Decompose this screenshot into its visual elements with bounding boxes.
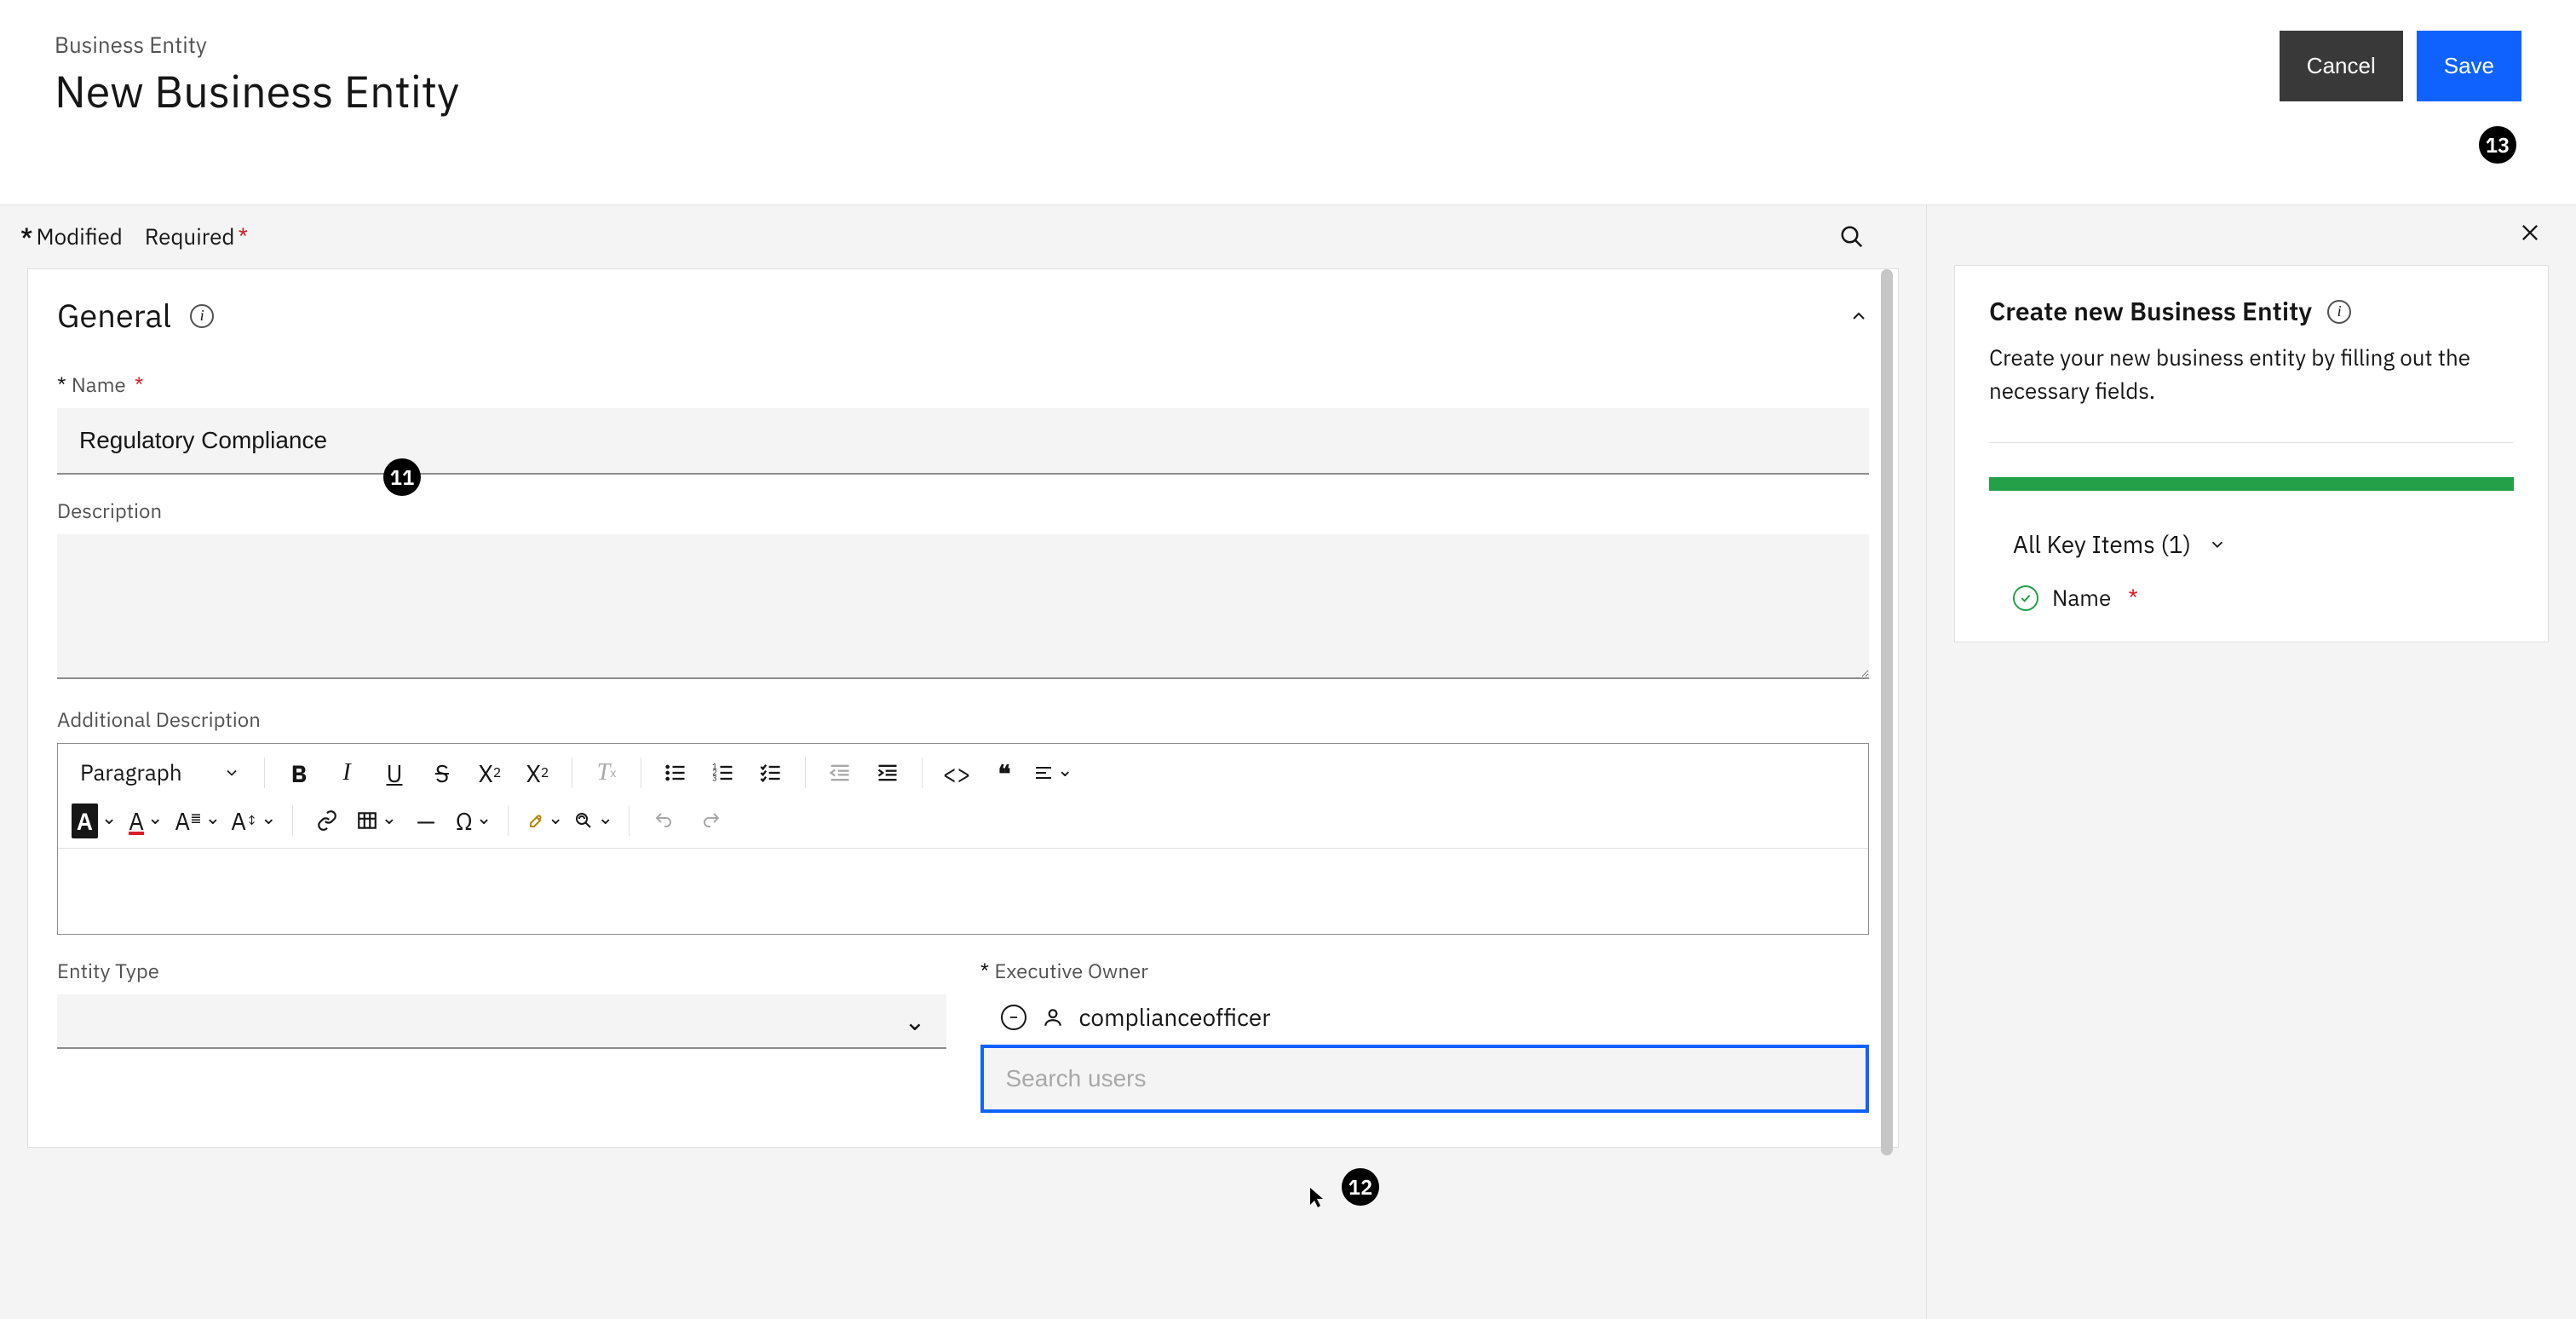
undo-button[interactable] <box>645 802 682 839</box>
annotation-badge-11: 11 <box>383 458 421 496</box>
key-items-label: All Key Items (1) <box>2013 528 2191 560</box>
name-input[interactable] <box>57 408 1869 475</box>
link-button[interactable] <box>308 802 346 839</box>
search-users-input[interactable] <box>980 1045 1870 1113</box>
font-size-button[interactable]: A↕ <box>231 802 277 839</box>
rte-toolbar: Paragraph B I U S X2 X2 <box>58 744 1868 849</box>
strikethrough-button[interactable]: S <box>423 754 461 792</box>
description-field: Description <box>28 483 1898 692</box>
cursor-icon <box>1308 1186 1325 1208</box>
key-items-toggle[interactable]: All Key Items (1) <box>2013 528 2514 560</box>
required-indicator: * <box>135 371 144 398</box>
highlight-button[interactable] <box>524 802 563 839</box>
superscript-button[interactable]: X2 <box>471 754 509 792</box>
divider <box>1989 442 2514 443</box>
subscript-button[interactable]: X2 <box>519 754 556 792</box>
legend-modified: *Modified <box>20 222 123 251</box>
side-panel: Create new Business Entity i Create your… <box>1954 265 2549 642</box>
form-column: *Modified Required* General i <box>0 205 1927 1319</box>
additional-description-field: Additional Description Paragraph <box>28 692 1898 943</box>
required-indicator: * <box>2128 584 2138 613</box>
info-icon[interactable]: i <box>2327 300 2351 324</box>
quote-button[interactable]: ❝ <box>986 754 1023 792</box>
code-button[interactable]: <> <box>938 754 975 792</box>
name-label: Name <box>72 371 126 398</box>
hr-button[interactable]: — <box>407 802 445 839</box>
body-area: *Modified Required* General i <box>0 204 2576 1319</box>
additional-description-label: Additional Description <box>57 706 261 733</box>
chevron-down-icon <box>2208 535 2227 554</box>
bullet-list-button[interactable] <box>657 754 694 792</box>
description-textarea[interactable] <box>57 534 1869 679</box>
bold-button[interactable]: B <box>280 754 318 792</box>
check-circle-icon <box>2013 585 2038 611</box>
general-panel: General i * Name * <box>27 268 1899 1148</box>
side-title: Create new Business Entity <box>1989 295 2312 328</box>
remove-owner-icon[interactable] <box>1001 1005 1026 1030</box>
name-field: * Name * <box>28 357 1898 483</box>
progress-bar <box>1989 477 2514 491</box>
close-icon[interactable] <box>2518 221 2542 245</box>
table-button[interactable] <box>356 802 397 839</box>
font-family-button[interactable]: A≣ <box>175 802 221 839</box>
text-color-button[interactable]: A <box>127 802 164 839</box>
two-column-row: Entity Type * Executive Owner <box>28 943 1898 1147</box>
rich-text-editor: Paragraph B I U S X2 X2 <box>57 743 1869 935</box>
cancel-button[interactable]: Cancel <box>2280 31 2403 101</box>
description-label: Description <box>57 497 162 524</box>
executive-owner-field: * Executive Owner complianceofficer <box>980 957 1870 1113</box>
find-replace-button[interactable] <box>573 802 612 839</box>
side-description: Create your new business entity by filli… <box>1989 342 2514 408</box>
align-button[interactable] <box>1033 754 1072 792</box>
underline-button[interactable]: U <box>376 754 413 792</box>
executive-owner-label: Executive Owner <box>994 957 1148 984</box>
rte-paragraph-select[interactable]: Paragraph <box>66 752 254 793</box>
clear-format-button[interactable]: Tx <box>588 754 625 792</box>
scrollbar[interactable] <box>1881 269 1893 1155</box>
entity-type-select[interactable] <box>57 994 946 1049</box>
rte-content[interactable] <box>58 849 1868 934</box>
modified-indicator: * <box>57 371 66 398</box>
owner-chip: complianceofficer <box>980 994 1870 1045</box>
side-column: Create new Business Entity i Create your… <box>1927 205 2576 1319</box>
legend-required: Required* <box>145 222 248 251</box>
owner-name: complianceofficer <box>1079 1001 1271 1033</box>
info-icon[interactable]: i <box>190 304 214 328</box>
search-icon[interactable] <box>1839 224 1865 250</box>
italic-button[interactable]: I <box>328 754 365 792</box>
outdent-button[interactable] <box>821 754 859 792</box>
section-title: General <box>57 295 171 337</box>
save-button[interactable]: Save <box>2417 31 2521 101</box>
indent-button[interactable] <box>869 754 906 792</box>
entity-type-field: Entity Type <box>57 957 946 1113</box>
annotation-badge-12: 12 <box>1342 1168 1379 1206</box>
special-char-button[interactable]: Ω <box>455 802 492 839</box>
section-header[interactable]: General i <box>28 269 1898 357</box>
todo-list-button[interactable] <box>752 754 790 792</box>
redo-button[interactable] <box>693 802 730 839</box>
legend-row: *Modified Required* <box>0 205 1926 268</box>
key-item-label: Name <box>2052 584 2111 613</box>
modified-indicator: * <box>980 957 990 984</box>
page-title: New Business Entity <box>55 63 459 120</box>
key-item-name[interactable]: Name * <box>2013 584 2514 613</box>
svg-text:3: 3 <box>712 772 717 783</box>
bg-color-button[interactable]: A <box>72 802 117 839</box>
entity-type-label: Entity Type <box>57 957 159 984</box>
number-list-button[interactable]: 123 <box>704 754 742 792</box>
annotation-badge-13: 13 <box>2479 126 2516 164</box>
chevron-up-icon[interactable] <box>1849 306 1869 326</box>
breadcrumb: Business Entity <box>55 31 459 60</box>
user-icon <box>1042 1006 1064 1028</box>
page-header: Business Entity New Business Entity Canc… <box>0 0 2576 161</box>
